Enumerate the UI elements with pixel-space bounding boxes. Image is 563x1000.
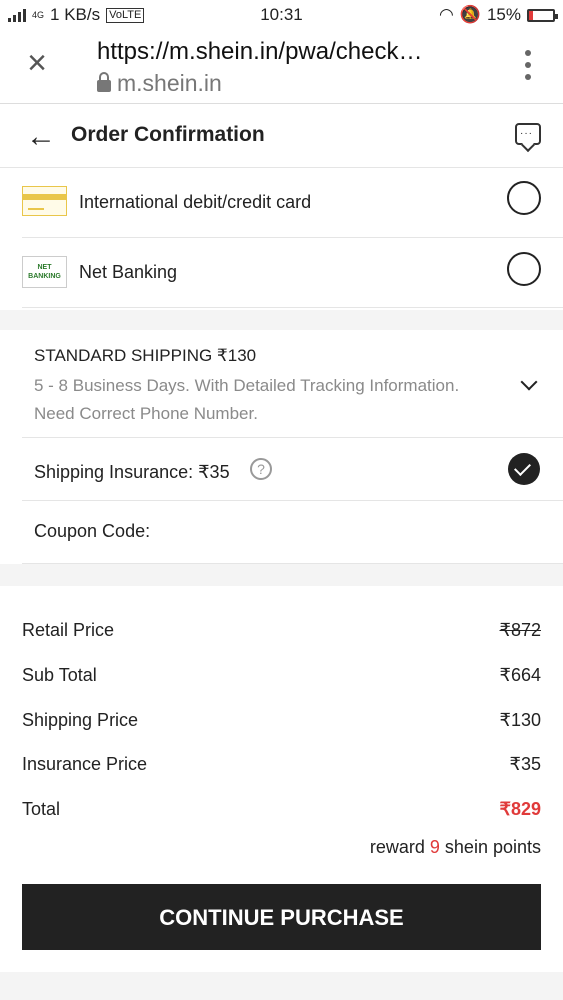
subtotal-value: ₹664 bbox=[499, 665, 541, 685]
browser-url-bar: × https://m.shein.in/pwa/check… m.shein.… bbox=[0, 30, 563, 104]
credit-card-icon bbox=[22, 186, 67, 216]
insurance-price-value: ₹35 bbox=[509, 754, 541, 774]
payment-option-label: Net Banking bbox=[79, 262, 178, 282]
summary-label: Shipping Price bbox=[22, 710, 139, 730]
summary-row-retail: Retail Price ₹872 bbox=[22, 620, 541, 650]
battery-percent: 15% bbox=[486, 5, 521, 24]
shipping-section: STANDARD SHIPPING ₹130 5 - 8 Business Da… bbox=[0, 330, 563, 564]
chevron-down-icon[interactable] bbox=[520, 373, 538, 391]
order-summary: Retail Price ₹872 Sub Total ₹664 Shippin… bbox=[0, 586, 563, 972]
insurance-label: Shipping Insurance: ₹35 bbox=[34, 462, 230, 482]
shipping-method[interactable]: STANDARD SHIPPING ₹130 5 - 8 Business Da… bbox=[22, 330, 563, 438]
continue-purchase-button[interactable]: CONTINUE PURCHASE bbox=[22, 884, 541, 950]
alarm-off-icon: 🔕 bbox=[459, 5, 481, 24]
overflow-menu-icon[interactable] bbox=[523, 50, 533, 80]
url-text[interactable]: https://m.shein.in/pwa/check… bbox=[97, 38, 422, 66]
battery-icon bbox=[527, 8, 558, 22]
chat-icon[interactable]: ··· bbox=[515, 123, 541, 145]
summary-label: Insurance Price bbox=[22, 754, 148, 774]
summary-row-insurance: Insurance Price ₹35 bbox=[22, 754, 541, 784]
summary-label: Total bbox=[22, 799, 61, 819]
page-header: ← Order Confirmation ··· bbox=[0, 104, 563, 168]
shipping-description: 5 - 8 Business Days. With Detailed Track… bbox=[34, 376, 460, 423]
reward-points: reward 9 shein points bbox=[370, 837, 541, 858]
insurance-checkbox[interactable] bbox=[508, 453, 540, 485]
payment-option-label: International debit/credit card bbox=[79, 192, 312, 212]
shipping-insurance-row[interactable]: Shipping Insurance: ₹35 ? bbox=[22, 438, 563, 501]
total-value: ₹829 bbox=[499, 799, 541, 819]
payment-option-netbanking[interactable]: NET BANKING Net Banking bbox=[22, 238, 563, 308]
page-title: Order Confirmation bbox=[71, 123, 265, 146]
coupon-row[interactable]: Coupon Code: bbox=[22, 501, 563, 564]
domain-text: m.shein.in bbox=[117, 70, 222, 96]
reward-points-value: 9 bbox=[429, 837, 440, 857]
payment-option-card[interactable]: International debit/credit card bbox=[22, 168, 563, 238]
help-icon[interactable]: ? bbox=[250, 458, 272, 480]
summary-row-subtotal: Sub Total ₹664 bbox=[22, 665, 541, 695]
retail-price-value: ₹872 bbox=[499, 620, 541, 640]
shipping-title: STANDARD SHIPPING ₹130 bbox=[34, 346, 257, 365]
coupon-label: Coupon Code: bbox=[34, 521, 151, 541]
lock-icon bbox=[97, 71, 111, 92]
payment-methods: International debit/credit card NET BANK… bbox=[0, 168, 563, 310]
shipping-price-value: ₹130 bbox=[499, 710, 541, 730]
back-arrow-icon[interactable]: ← bbox=[26, 122, 56, 152]
summary-row-shipping: Shipping Price ₹130 bbox=[22, 710, 541, 740]
summary-row-total: Total ₹829 bbox=[22, 799, 541, 829]
radio-button[interactable] bbox=[507, 181, 541, 215]
close-icon[interactable]: × bbox=[22, 46, 52, 80]
net-banking-icon: NET BANKING bbox=[22, 256, 67, 288]
summary-label: Sub Total bbox=[22, 665, 97, 685]
headset-icon: ◠ bbox=[438, 5, 454, 24]
reward-suffix: shein points bbox=[444, 837, 541, 857]
summary-label: Retail Price bbox=[22, 620, 115, 640]
domain-row: m.shein.in bbox=[97, 70, 222, 97]
status-bar: 4G 1 KB/s VoLTE 10:31 ◠ 🔕 15% bbox=[0, 0, 563, 30]
radio-button[interactable] bbox=[507, 252, 541, 286]
reward-prefix: reward bbox=[369, 837, 425, 857]
